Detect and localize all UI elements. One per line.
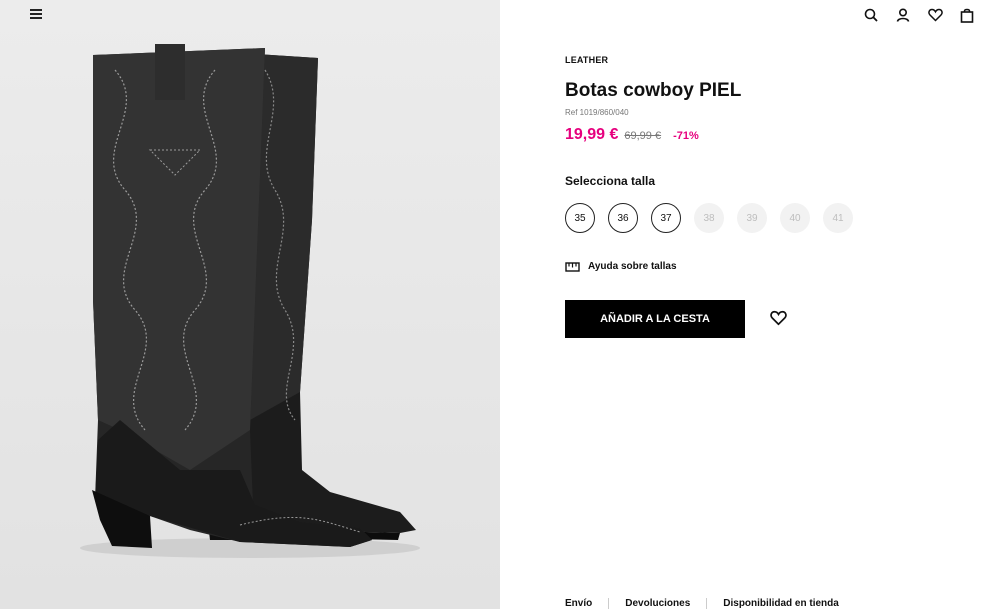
product-details: LEATHER Botas cowboy PIEL Ref 1019/860/0… <box>500 0 988 609</box>
bag-icon[interactable] <box>958 6 976 24</box>
size-help-label: Ayuda sobre tallas <box>588 260 677 272</box>
product-ref: Ref 1019/860/040 <box>565 108 629 117</box>
footer-link-disponibilidad[interactable]: Disponibilidad en tienda <box>706 598 855 609</box>
old-price: 69,99 € <box>624 130 662 142</box>
footer-link-devoluciones[interactable]: Devoluciones <box>608 598 706 609</box>
ruler-icon <box>565 262 580 272</box>
header-icons <box>862 6 976 24</box>
size-selector: 35 36 37 38 39 40 41 <box>565 203 853 233</box>
add-to-cart-button[interactable]: AÑADIR A LA CESTA <box>565 300 745 338</box>
size-option-35[interactable]: 35 <box>565 203 595 233</box>
size-option-36[interactable]: 36 <box>608 203 638 233</box>
size-option-39: 39 <box>737 203 767 233</box>
footer-link-envio[interactable]: Envío <box>565 598 608 609</box>
size-label: Selecciona talla <box>565 174 656 188</box>
user-icon[interactable] <box>894 6 912 24</box>
footer-links: Envío Devoluciones Disponibilidad en tie… <box>565 598 855 609</box>
product-image <box>80 44 420 558</box>
size-help-link[interactable]: Ayuda sobre tallas <box>565 260 677 272</box>
search-icon[interactable] <box>862 6 880 24</box>
current-price: 19,99 € <box>565 126 619 143</box>
discount-badge: -71% <box>673 130 699 142</box>
size-option-40: 40 <box>780 203 810 233</box>
heart-icon[interactable] <box>926 6 944 24</box>
size-option-38: 38 <box>694 203 724 233</box>
wishlist-heart-icon[interactable] <box>770 310 788 328</box>
product-image-pane <box>0 0 500 609</box>
size-option-41: 41 <box>823 203 853 233</box>
page-title: Botas cowboy PIEL <box>565 80 742 101</box>
size-option-37[interactable]: 37 <box>651 203 681 233</box>
price-row: 19,99 € 69,99 € -71% <box>565 126 699 144</box>
product-tag: LEATHER <box>565 55 609 65</box>
